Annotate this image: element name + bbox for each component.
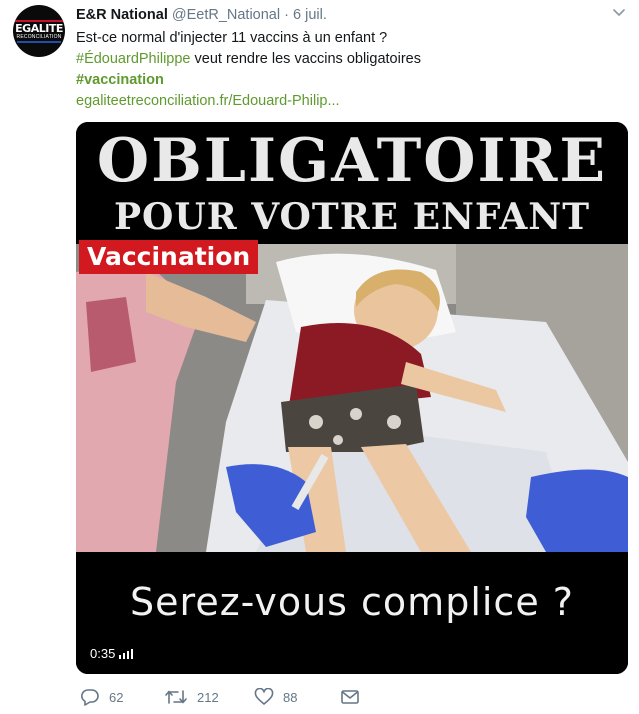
retweet-icon — [164, 688, 188, 706]
hashtag-edouardphilippe[interactable]: #ÉdouardPhilippe — [76, 51, 190, 67]
avatar-logo-text-bottom: RECONCILIATION — [16, 34, 62, 43]
reply-icon — [80, 688, 100, 706]
tweet-link[interactable]: egaliteetreconciliation.fr/Edouard-Phili… — [76, 93, 340, 109]
tweet-line-1: Est-ce normal d'injecter 11 vaccins à un… — [76, 30, 388, 46]
vaccination-badge: Vaccination — [79, 240, 259, 274]
heart-icon — [254, 688, 274, 706]
header-separator: · — [284, 7, 289, 23]
duration-text: 0:35 — [90, 646, 116, 661]
avatar[interactable]: EGALITE RECONCILIATION — [13, 5, 65, 57]
reply-count: 62 — [109, 689, 124, 705]
direct-message-button[interactable] — [340, 684, 360, 710]
tweet-text: Est-ce normal d'injecter 11 vaccins à un… — [76, 28, 616, 112]
video-headline-top: OBLIGATOIRE — [96, 126, 608, 196]
video-media[interactable]: OBLIGATOIRE POUR VOTRE ENFANT Vaccinatio… — [76, 122, 628, 674]
tweet-line-2-text: veut rendre les vaccins obligatoires — [190, 51, 422, 67]
retweet-button[interactable]: 212 — [164, 684, 219, 710]
hashtag-vaccination[interactable]: #vaccination — [76, 72, 164, 88]
video-duration: 0:35 — [90, 646, 134, 662]
tweet-actions: 62 212 88 — [76, 684, 628, 710]
video-caption: Serez-vous complice ? — [130, 580, 574, 624]
video-headline-bottom: POUR VOTRE ENFANT — [113, 196, 591, 238]
tweet-line-4: egaliteetreconciliation.fr/Edouard-Phili… — [76, 91, 616, 112]
avatar-logo-text-top: EGALITE — [15, 19, 63, 35]
display-name[interactable]: E&R National — [76, 7, 168, 23]
tweet-line-2: #ÉdouardPhilippe veut rendre les vaccins… — [76, 49, 616, 70]
tweet-line-3: #vaccination — [76, 70, 616, 91]
retweet-count: 212 — [197, 689, 219, 705]
chevron-down-icon[interactable] — [611, 6, 627, 20]
reply-button[interactable]: 62 — [80, 684, 123, 710]
user-handle[interactable]: @EetR_National — [172, 7, 280, 23]
like-button[interactable]: 88 — [254, 684, 297, 710]
tweet-date[interactable]: 6 juil. — [293, 7, 327, 23]
volume-icon[interactable] — [119, 649, 134, 659]
like-count: 88 — [283, 689, 298, 705]
tweet-header: E&R National @EetR_National · 6 juil. — [76, 6, 629, 24]
envelope-icon — [340, 689, 360, 705]
